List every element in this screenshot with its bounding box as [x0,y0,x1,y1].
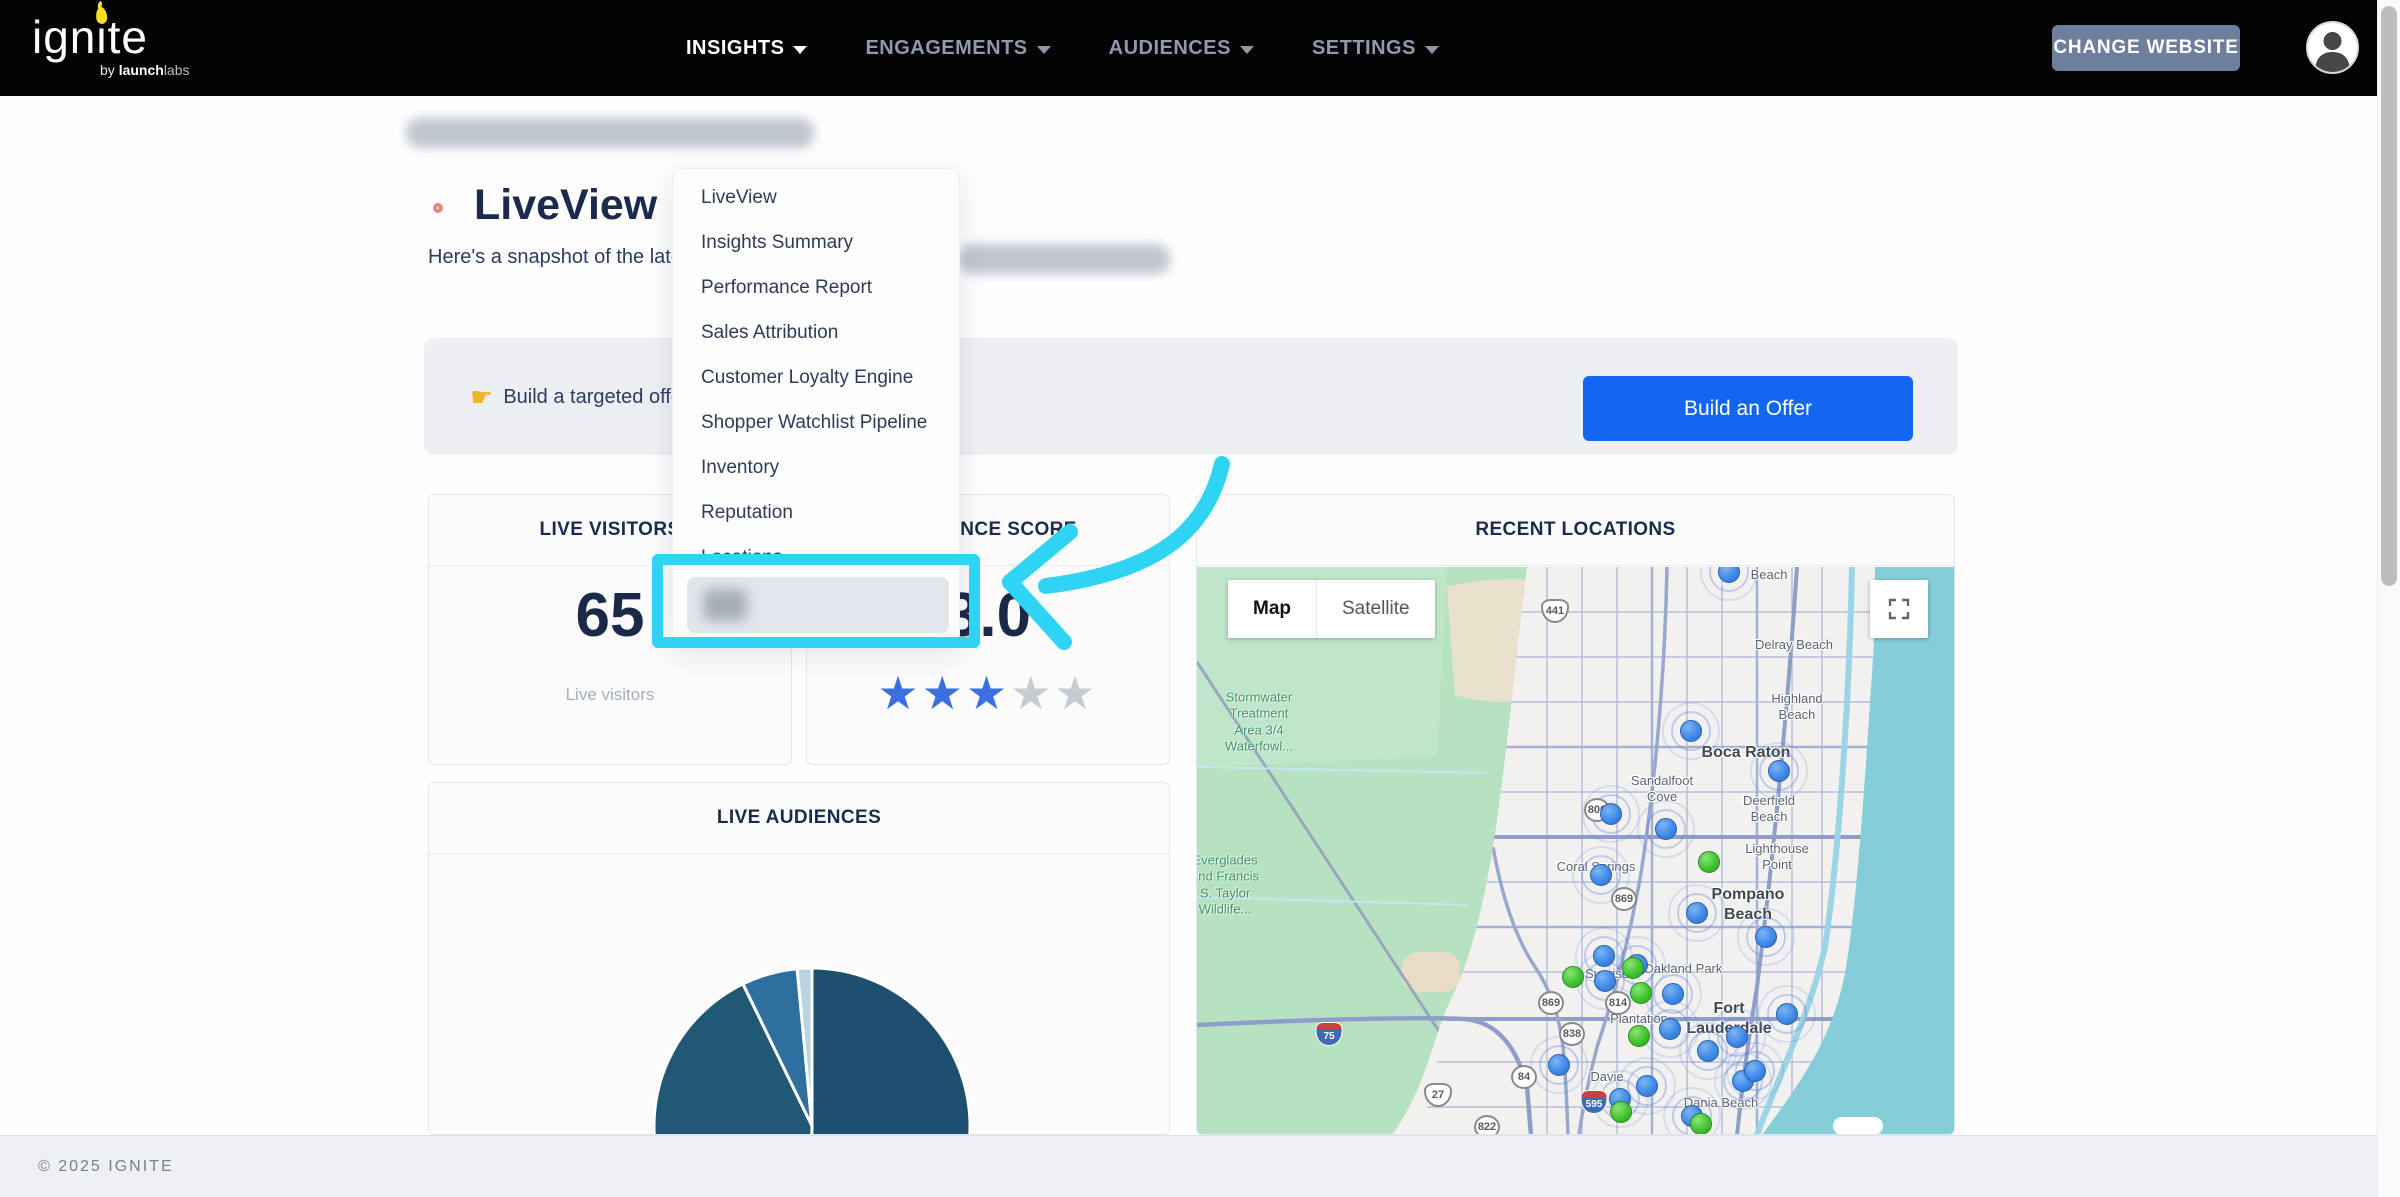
map-marker-blue[interactable] [1593,945,1615,967]
star-rating: ★★★★★ [807,670,1169,716]
route-shield-869: 869 [1538,991,1564,1015]
live-audiences-card: LIVE AUDIENCES [428,782,1170,1135]
map-marker-green[interactable] [1630,982,1652,1004]
chevron-down-icon [793,46,807,54]
menu-item-performance-report[interactable]: Performance Report [673,265,959,310]
pie-slice [807,968,970,1135]
copyright-text: © 2025 IGNITE [38,1158,174,1176]
chevron-down-icon [1240,46,1254,54]
map-canvas[interactable]: 441806869814869838842782275595BeachDelra… [1197,567,1954,1135]
star-filled-icon: ★ [877,667,921,719]
menu-item-reputation[interactable]: Reputation [673,490,959,535]
page-scrollbar[interactable] [2377,0,2400,1197]
recent-locations-title: RECENT LOCATIONS [1197,495,1954,566]
route-shield-814: 814 [1605,991,1631,1015]
map-marker-blue[interactable] [1744,1060,1766,1082]
build-an-offer-button[interactable]: Build an Offer [1583,376,1913,441]
byline-prefix: by [100,62,119,78]
star-empty-icon: ★ [1054,667,1098,719]
route-shield-822: 822 [1474,1115,1500,1135]
map-marker-blue[interactable] [1776,1003,1798,1025]
map-attribution-pill [1833,1117,1883,1135]
fullscreen-icon[interactable] [1870,580,1928,638]
nav-label: AUDIENCES [1109,37,1231,60]
offer-banner-label: Build a targeted offer [503,386,688,409]
map-marker-green[interactable] [1628,1025,1650,1047]
live-audiences-title: LIVE AUDIENCES [429,783,1169,854]
byline-bold: launch [119,62,164,78]
redacted-breadcrumb [406,118,814,148]
redacted-website-name [958,244,1170,274]
map-marker-green[interactable] [1562,966,1584,988]
map-marker-green[interactable] [1690,1113,1712,1135]
menu-item-liveview[interactable]: LiveView [673,175,959,220]
person-icon [2308,23,2357,72]
menu-item-shopper-watchlist-pipeline[interactable]: Shopper Watchlist Pipeline [673,400,959,445]
live-audiences-pie-chart [429,855,1169,1135]
menu-item-sales-attribution[interactable]: Sales Attribution [673,310,959,355]
change-website-button[interactable]: CHANGE WEBSITE [2052,25,2240,71]
page-subtitle: Here's a snapshot of the late [428,246,682,269]
map-marker-green[interactable] [1698,851,1720,873]
nav-item-audiences[interactable]: AUDIENCES [1095,0,1268,96]
menu-item-customer-loyalty-engine[interactable]: Customer Loyalty Engine [673,355,959,400]
menu-item-insights-summary[interactable]: Insights Summary [673,220,959,265]
pointing-hand-icon: ☛ [470,382,493,413]
map-marker-blue[interactable] [1662,983,1684,1005]
page-title: LiveView [474,181,657,230]
map-marker-blue[interactable] [1594,970,1616,992]
flame-icon [95,6,108,24]
live-visitors-caption: Live visitors [429,685,791,705]
star-filled-icon: ★ [966,667,1010,719]
route-shield-838: 838 [1559,1022,1585,1046]
route-shield-84: 84 [1511,1065,1537,1089]
main-nav: INSIGHTS ENGAGEMENTS AUDIENCES SETTINGS [672,0,1453,96]
ignite-logo[interactable]: ignite by launchlabs [32,14,148,60]
annotation-highlight-box [652,554,980,648]
page-footer: © 2025 IGNITE [0,1135,2377,1197]
map-marker-blue[interactable] [1680,720,1702,742]
nav-label: ENGAGEMENTS [865,37,1027,60]
map-marker-green[interactable] [1622,957,1644,979]
map-marker-blue[interactable] [1655,818,1677,840]
map-marker-blue[interactable] [1548,1054,1570,1076]
map-marker-blue[interactable] [1636,1075,1658,1097]
map-marker-green[interactable] [1610,1101,1632,1123]
map-marker-blue[interactable] [1768,760,1790,782]
page-content: LiveView Here's a snapshot of the late ☛… [0,96,2377,1135]
recent-locations-card: RECENT LOCATIONS [1196,494,1955,1135]
nav-item-insights[interactable]: INSIGHTS [672,0,821,96]
logo-byline: by launchlabs [100,62,190,78]
satellite-button[interactable]: Satellite [1316,580,1435,638]
menu-item-inventory[interactable]: Inventory [673,445,959,490]
map-marker-blue[interactable] [1659,1018,1681,1040]
top-navbar: ignite by launchlabs INSIGHTS ENGAGEMENTS… [0,0,2377,96]
offer-banner-text: ☛ Build a targeted offer [470,382,689,413]
liveview-bullet-icon [433,203,443,213]
map-marker-blue[interactable] [1600,803,1622,825]
star-filled-icon: ★ [922,667,966,719]
offer-banner: ☛ Build a targeted offer Build an Offer [424,338,1958,455]
map-marker-blue[interactable] [1726,1026,1748,1048]
user-avatar[interactable] [2306,21,2359,74]
nav-label: INSIGHTS [686,37,784,60]
map-marker-blue[interactable] [1697,1040,1719,1062]
nav-item-engagements[interactable]: ENGAGEMENTS [851,0,1064,96]
map-marker-blue[interactable] [1590,864,1612,886]
scrollbar-thumb[interactable] [2381,6,2397,586]
route-shield-869: 869 [1611,887,1637,911]
map-marker-blue[interactable] [1755,926,1777,948]
nav-item-settings[interactable]: SETTINGS [1298,0,1453,96]
annotation-arrow-icon [980,444,1260,674]
nav-label: SETTINGS [1312,37,1416,60]
star-empty-icon: ★ [1010,667,1054,719]
chevron-down-icon [1425,46,1439,54]
chevron-down-icon [1037,46,1051,54]
map-marker-blue[interactable] [1686,902,1708,924]
logo-text: ignite [32,14,148,60]
byline-suffix: labs [164,62,190,78]
